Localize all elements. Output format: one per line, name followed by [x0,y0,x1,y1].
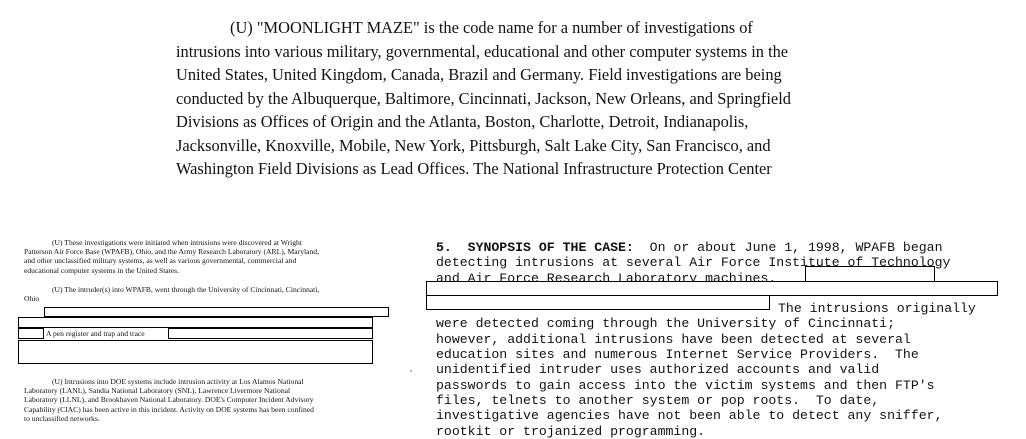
text-line: files, telnets to another system or pop … [436,392,880,408]
paragraph-doe-systems: (U) Intrusions into DOE systems include … [24,377,394,423]
text-line: however, additional intrusions have been… [436,331,911,347]
text-line: (U) Intrusions into DOE systems include … [52,377,304,386]
text-line: educational computer systems in the Unit… [24,265,180,275]
redaction-box [44,307,389,317]
pen-register-text: A pen register and trap and trace [46,329,145,338]
text-line: rootkit or trojanized programming. [436,423,706,439]
text-line: Jacksonville, Knoxville, Mobile, New Yor… [176,135,771,155]
redaction-box [18,328,44,339]
synopsis-heading-line: 5. SYNOPSIS OF THE CASE: On or about Jun… [436,240,1016,255]
text-line: Patterson Air Force Base (WPAFB), Ohio, … [24,247,319,257]
speck [410,370,412,372]
redaction-box [168,328,373,339]
top-paragraph: (U) "MOONLIGHT MAZE" is the code name fo… [176,16,896,181]
text-line: Ohio [24,294,40,304]
redaction-box [426,295,770,310]
text-line: Divisions as Offices of Origin and the A… [176,112,749,131]
text-line: (U) The intruder(s) into WPAFB, went thr… [52,284,320,294]
text-line: to unclassified networks. [24,413,100,423]
text-line: conducted by the Albuquerque, Baltimore,… [176,88,791,108]
text-line: unidentified intruder uses authorized ac… [436,362,880,378]
text-segment: On or about June 1, 1998, WPAFB began [633,240,943,255]
text-line: investigative agencies have not been abl… [436,408,943,424]
paragraph-doe-initiation: (U) These investigations were initiated … [24,238,394,275]
text-line: United States, United Kingdom, Canada, B… [176,65,782,84]
synopsis-heading: 5. SYNOPSIS OF THE CASE: [436,240,634,255]
left-column-lower: (U) Intrusions into DOE systems include … [24,377,394,423]
text-line: Capability (CIAC) has been active in thi… [24,404,314,414]
redaction-box [805,266,935,282]
text-line: Washington Field Divisions as Lead Offic… [176,159,772,178]
text-line: (U) "MOONLIGHT MAZE" is the code name fo… [230,18,753,37]
left-column: (U) These investigations were initiated … [24,238,394,303]
text-line: passwords to gain access into the victim… [436,377,935,393]
text-line: Laboratory (LLNL), and Brookhaven Nation… [24,395,314,405]
redaction-box [18,317,373,328]
redaction-box [426,281,998,296]
text-line: Laboratory (LANL), Sandia National Labor… [24,386,291,396]
text-line: and other unclassified military systems,… [24,256,297,266]
redaction-box [18,340,373,364]
paragraph-intruder: (U) The intruder(s) into WPAFB, went thr… [24,285,394,303]
text-line: were detected coming through the Univers… [436,316,895,332]
text-line: education sites and numerous Internet Se… [436,347,919,363]
text-line: intrusions into various military, govern… [176,41,789,61]
text-line: (U) These investigations were initiated … [52,238,302,247]
